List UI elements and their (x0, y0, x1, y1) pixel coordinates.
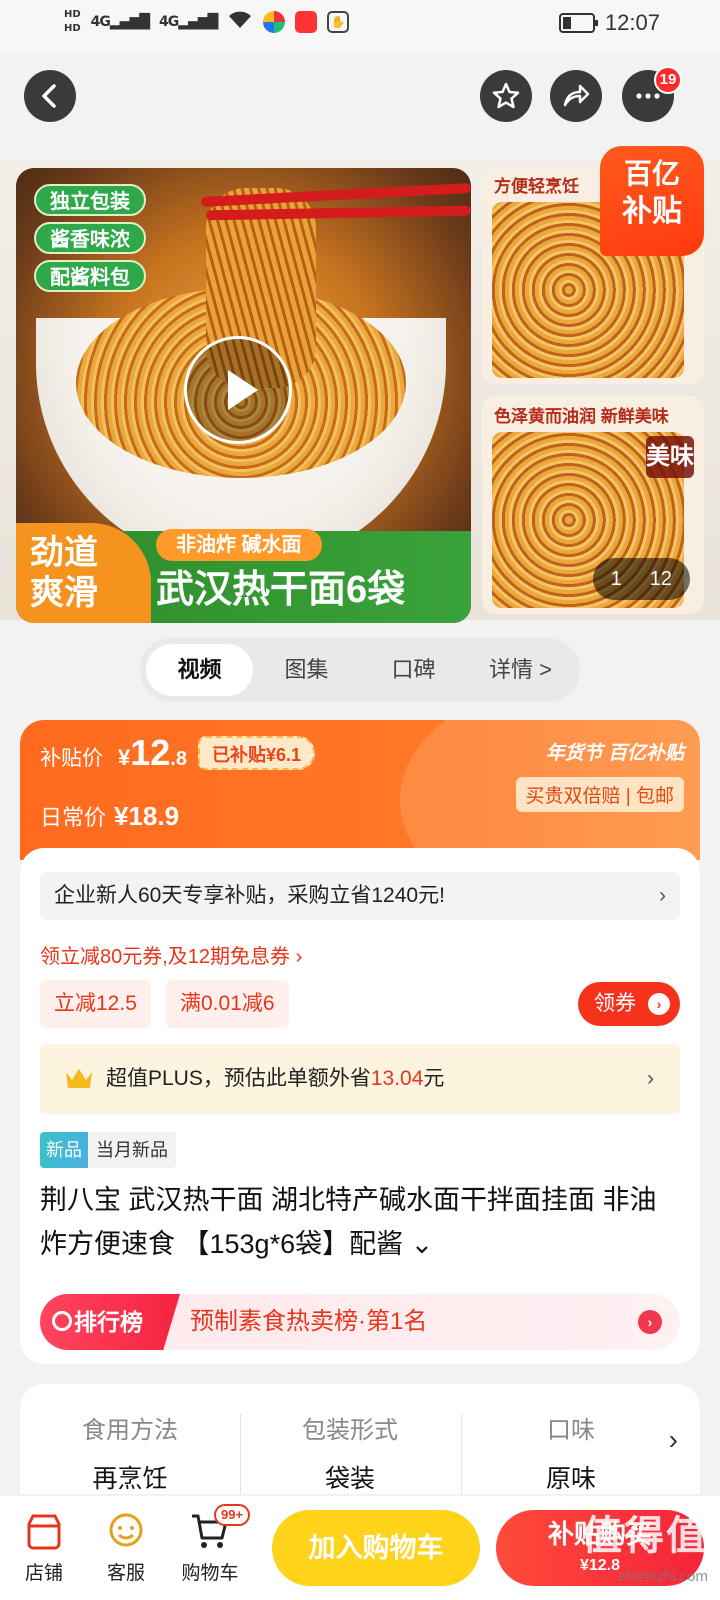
spec-usage: 食用方法 再烹饪 (82, 1417, 178, 1493)
side-image-caption: 色泽黄而油润 新鲜美味 (494, 407, 669, 426)
price-card: 补贴价 ¥12.8 已补贴¥6.1 日常价 ¥18.9 年货节 百亿补贴 买贵双倍… (20, 720, 700, 860)
crown-icon (66, 1069, 92, 1088)
subsidy-price-label: 补贴价 (40, 747, 103, 770)
back-button[interactable] (24, 70, 76, 122)
enterprise-subsidy-notice[interactable]: 企业新人60天专享补贴，采购立省1240元! › (40, 872, 680, 920)
tab-details[interactable]: 详情 > (467, 644, 574, 696)
bottom-action-bar: 店铺 客服 99+ 购物车 加入购物车 补贴购买 ¥12.8 值得值 zhizh… (0, 1496, 720, 1600)
promo-info[interactable]: 年货节 百亿补贴 买贵双倍赔 | 包邮 (515, 738, 684, 812)
new-product-tag: 新品 当月新品 (40, 1132, 176, 1168)
star-icon (492, 82, 520, 109)
tab-video[interactable]: 视频 (146, 644, 253, 696)
chevron-right-icon[interactable]: › (669, 1424, 678, 1456)
tab-gallery[interactable]: 图集 (253, 644, 360, 696)
signal-icon-2: 4G▂▄▆█ (158, 14, 218, 30)
image-counter: 1 12 (592, 558, 690, 600)
chevron-right-icon: › (648, 993, 670, 1015)
spec-flavor: 口味 原味 (545, 1417, 596, 1493)
subsidy-badge: 百亿 补贴 (600, 146, 704, 256)
app-notification-icon (263, 11, 286, 33)
chevron-right-icon: › (638, 1310, 662, 1334)
spec-packaging: 包装形式 袋装 (302, 1417, 398, 1493)
hd-indicator: HD HD (64, 9, 81, 34)
battery-icon (558, 13, 598, 33)
watermark-url: zhizhizhi.com (617, 1568, 708, 1585)
image-overlay-text: 美味 (646, 436, 694, 478)
feature-tag: 独立包装 (34, 184, 146, 216)
message-count-badge: 19 (654, 66, 682, 94)
status-left: HD HD 4G▂▄▆█ 4G▂▄▆█ ✋ (64, 8, 350, 36)
share-icon (563, 84, 590, 107)
feature-tag: 酱香味浓 (34, 222, 146, 254)
ranking-text: 预制素食热卖榜·第1名 (190, 1308, 428, 1335)
trophy-icon (52, 1311, 72, 1331)
store-icon (27, 1514, 61, 1550)
status-bar: HD HD 4G▂▄▆█ 4G▂▄▆█ ✋ 12:07 (0, 0, 720, 52)
watermark: 值得值 (582, 1514, 708, 1558)
side-image-2[interactable]: 色泽黄而油润 新鲜美味 美味 1 12 (482, 396, 704, 614)
banner-subtitle: 非油炸 碱水面 (156, 529, 322, 561)
media-tabs: 视频 图集 口碑 详情 > (140, 638, 580, 702)
promo-guarantee: 买贵双倍赔 | 包邮 (515, 777, 684, 812)
app-notification-icon-2 (295, 11, 318, 33)
get-coupon-button[interactable]: 领券 › (578, 982, 680, 1026)
banner-slogan: 劲道爽滑 (16, 523, 151, 623)
tab-reviews[interactable]: 口碑 (360, 644, 467, 696)
signal-icon: 4G▂▄▆█ (90, 14, 150, 30)
play-video-button[interactable] (184, 336, 292, 444)
share-button[interactable] (550, 70, 602, 122)
side-image-caption: 方便轻烹饪 (494, 177, 579, 196)
store-button[interactable]: 店铺 (4, 1510, 84, 1585)
wifi-icon (227, 8, 253, 36)
customer-service-button[interactable]: 客服 (86, 1510, 166, 1585)
daily-price: 日常价 ¥18.9 (40, 801, 180, 831)
spec-card[interactable]: 食用方法 再烹饪 包装形式 袋装 口味 原味 › (20, 1384, 700, 1494)
clock: 12:07 (604, 10, 660, 35)
ranking-row[interactable]: 排行榜 预制素食热卖榜·第1名 › (40, 1294, 680, 1350)
cart-button[interactable]: 99+ 购物车 (170, 1504, 251, 1585)
hand-icon: ✋ (327, 11, 350, 33)
product-title[interactable]: 荆八宝 武汉热干面 湖北特产碱水面干拌面挂面 非油炸方便速食 【153g*6袋】… (40, 1178, 670, 1266)
status-right: 12:07 (558, 10, 660, 36)
discount-pill: 满0.01减6 (166, 980, 289, 1028)
feature-tag: 配酱料包 (34, 260, 146, 292)
chopstick (200, 182, 471, 208)
subsidy-saved-badge: 已补贴¥6.1 (198, 736, 316, 770)
plus-savings-row[interactable]: 超值PLUS，预估此单额外省13.04元 › (40, 1044, 680, 1114)
discount-pill: 立减12.5 (40, 980, 151, 1028)
main-product-image[interactable]: 独立包装 酱香味浓 配酱料包 劲道爽滑 非油炸 碱水面 武汉热干面6袋 (16, 168, 471, 623)
customer-service-icon (109, 1513, 143, 1547)
subsidy-price: ¥12.8 (118, 732, 187, 773)
ranking-badge: 排行榜 (40, 1294, 180, 1350)
chevron-right-icon: › (659, 884, 666, 907)
promo-title[interactable]: 年货节 百亿补贴 (516, 738, 684, 765)
chevron-right-icon: › (647, 1067, 654, 1090)
info-card: 企业新人60天专享补贴，采购立省1240元! › 领立减80元券,及12期免息券… (20, 848, 700, 1364)
favorite-button[interactable] (480, 70, 532, 122)
cart-count-badge: 99+ (214, 1504, 251, 1526)
add-to-cart-button[interactable]: 加入购物车 (272, 1510, 480, 1586)
back-icon (42, 84, 56, 108)
coupon-link[interactable]: 领立减80元券,及12期免息券 › (40, 940, 302, 969)
banner-title: 武汉热干面6袋 (156, 569, 406, 611)
more-button[interactable]: 19 (622, 66, 682, 122)
